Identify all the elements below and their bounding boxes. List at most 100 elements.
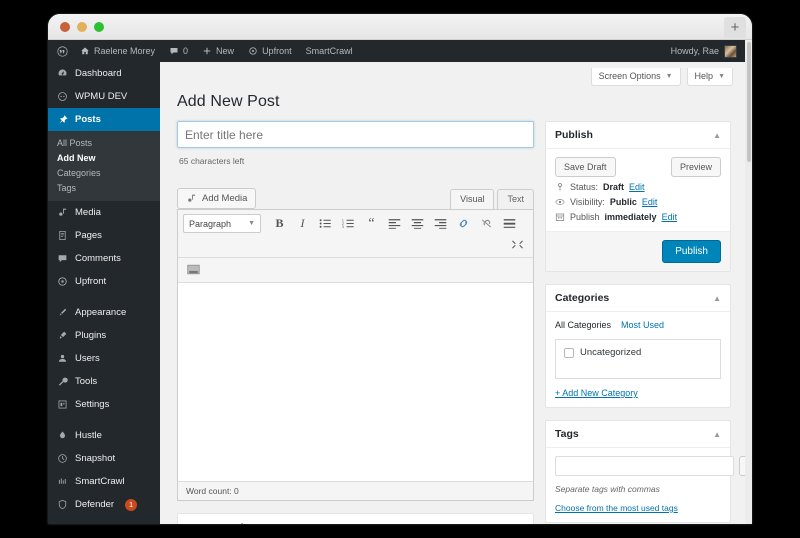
- sidebar-item-label: WPMU DEV: [75, 90, 128, 102]
- sidebar-item-label: Settings: [75, 398, 110, 410]
- chevron-down-icon: ▼: [248, 220, 255, 227]
- close-window-button[interactable]: [60, 22, 70, 32]
- sidebar-item-wpmu-dev[interactable]: WPMU DEV: [48, 85, 160, 108]
- read-more-icon[interactable]: [499, 214, 520, 233]
- pin-icon: [558, 183, 562, 191]
- submenu-item-add-new[interactable]: Add New: [48, 150, 160, 165]
- chevron-up-icon[interactable]: ▲: [713, 430, 721, 439]
- sidebar-item-dashboard[interactable]: Dashboard: [48, 62, 160, 85]
- tab-all-categories[interactable]: All Categories: [555, 320, 612, 334]
- home-icon: [81, 47, 89, 55]
- fullscreen-icon[interactable]: [507, 235, 528, 254]
- preview-button[interactable]: Preview: [670, 157, 721, 177]
- post-title-input[interactable]: [177, 121, 534, 148]
- new-tab-button[interactable]: +: [724, 17, 746, 38]
- smartcrawl-metabox-head[interactable]: SmartCrawl ▼: [178, 514, 533, 524]
- admin-sidebar-menu[interactable]: Dashboard WPMU DEV Posts All Posts Add N…: [48, 62, 160, 524]
- sidebar-item-posts[interactable]: Posts: [48, 108, 160, 131]
- sidebar-item-label: SmartCrawl: [75, 475, 125, 487]
- comments-menu[interactable]: 0: [162, 40, 195, 62]
- window-controls[interactable]: [60, 22, 104, 32]
- submenu-item-all-posts[interactable]: All Posts: [48, 135, 160, 150]
- align-left-icon[interactable]: [384, 214, 405, 233]
- category-tabs[interactable]: All Categories Most Used: [555, 320, 721, 339]
- sidebar-item-hustle[interactable]: Hustle: [48, 424, 160, 447]
- smartcrawl-menu[interactable]: SmartCrawl: [299, 40, 360, 62]
- chevron-up-icon[interactable]: ▲: [713, 131, 721, 140]
- edit-visibility-link[interactable]: Edit: [642, 197, 658, 207]
- sidebar-item-comments[interactable]: Comments: [48, 247, 160, 270]
- sidebar-item-settings[interactable]: Settings: [48, 393, 160, 416]
- editor-top-row: Add Media Visual Text: [177, 188, 534, 209]
- add-tag-button[interactable]: Add: [739, 456, 745, 476]
- category-checklist[interactable]: Uncategorized: [555, 339, 721, 379]
- tab-most-used[interactable]: Most Used: [621, 320, 665, 334]
- unlink-icon[interactable]: [476, 214, 497, 233]
- plugins-icon: [59, 331, 67, 339]
- tab-visual[interactable]: Visual: [450, 189, 495, 209]
- sidebar-item-smartcrawl[interactable]: SmartCrawl: [48, 470, 160, 493]
- submenu-item-tags[interactable]: Tags: [48, 180, 160, 195]
- tag-input[interactable]: [555, 456, 734, 476]
- category-checkbox-uncategorized[interactable]: [564, 348, 574, 358]
- screenshot-root: + Raelene Morey 0 New Upfront SmartCrawl…: [0, 0, 800, 538]
- choose-most-used-tags-link[interactable]: Choose from the most used tags: [555, 494, 721, 513]
- chevron-up-icon[interactable]: ▲: [713, 294, 721, 303]
- paragraph-format-select[interactable]: Paragraph ▼: [183, 214, 261, 233]
- screen-meta-links[interactable]: Screen Options ▼ Help ▼: [160, 62, 745, 86]
- sidebar-item-snapshot[interactable]: Snapshot: [48, 447, 160, 470]
- publish-metabox: Publish ▲ Save Draft Preview Status: Dra…: [545, 121, 731, 272]
- sidebar-item-pages[interactable]: Pages: [48, 224, 160, 247]
- users-icon: [58, 354, 67, 362]
- sidebar-item-media[interactable]: Media: [48, 201, 160, 224]
- italic-icon[interactable]: I: [292, 214, 313, 233]
- plus-icon: [203, 47, 211, 55]
- tab-text[interactable]: Text: [497, 189, 534, 209]
- align-center-icon[interactable]: [407, 214, 428, 233]
- maximize-window-button[interactable]: [94, 22, 104, 32]
- minimize-window-button[interactable]: [77, 22, 87, 32]
- upfront-menu[interactable]: Upfront: [241, 40, 299, 62]
- editor-toolbar[interactable]: Paragraph ▼ B I 123 “: [178, 210, 533, 258]
- screen-options-button[interactable]: Screen Options ▼: [590, 68, 681, 86]
- shield-icon: [58, 499, 67, 510]
- window-scrollbar[interactable]: [745, 40, 752, 524]
- menu-separator: [48, 293, 160, 301]
- sidebar-item-appearance[interactable]: Appearance: [48, 301, 160, 324]
- publish-metabox-head: Publish ▲: [546, 122, 730, 149]
- align-right-icon[interactable]: [430, 214, 451, 233]
- sidebar-item-users[interactable]: Users: [48, 347, 160, 370]
- sidebar-item-defender[interactable]: Defender 1: [48, 493, 160, 516]
- link-icon[interactable]: [453, 214, 474, 233]
- site-name-menu[interactable]: Raelene Morey: [73, 40, 162, 62]
- save-draft-button[interactable]: Save Draft: [555, 157, 616, 177]
- sidebar-item-tools[interactable]: Tools: [48, 370, 160, 393]
- toolbar-toggle-icon[interactable]: [183, 260, 204, 279]
- add-media-button[interactable]: Add Media: [177, 188, 257, 209]
- smartcrawl-metabox[interactable]: SmartCrawl ▼: [177, 513, 534, 524]
- submenu-item-categories[interactable]: Categories: [48, 165, 160, 180]
- svg-text:3: 3: [342, 225, 344, 229]
- edit-publish-date-link[interactable]: Edit: [662, 212, 678, 222]
- new-content-menu[interactable]: New: [195, 40, 241, 62]
- smartcrawl-metabox-title: SmartCrawl: [188, 523, 244, 524]
- sidebar-item-upfront[interactable]: Upfront: [48, 270, 160, 293]
- wp-logo-menu[interactable]: [48, 40, 73, 62]
- editor-text-area[interactable]: [178, 283, 533, 481]
- screen-options-label: Screen Options: [598, 71, 661, 81]
- help-label: Help: [694, 71, 714, 81]
- numbered-list-icon[interactable]: 123: [338, 214, 359, 233]
- editor-mode-tabs[interactable]: Visual Text: [447, 189, 534, 209]
- edit-status-link[interactable]: Edit: [629, 182, 645, 192]
- chevron-down-icon: ▼: [718, 72, 725, 80]
- publish-button[interactable]: Publish: [662, 240, 721, 263]
- posts-submenu[interactable]: All Posts Add New Categories Tags: [48, 131, 160, 201]
- my-account-menu[interactable]: Howdy, Rae: [671, 44, 745, 58]
- bulleted-list-icon[interactable]: [315, 214, 336, 233]
- sidebar-item-plugins[interactable]: Plugins: [48, 324, 160, 347]
- help-button[interactable]: Help ▼: [686, 68, 733, 86]
- editor-toolbar-row-2[interactable]: [178, 258, 533, 283]
- bold-icon[interactable]: B: [269, 214, 290, 233]
- blockquote-icon[interactable]: “: [361, 214, 382, 233]
- add-new-category-link[interactable]: + Add New Category: [555, 379, 721, 398]
